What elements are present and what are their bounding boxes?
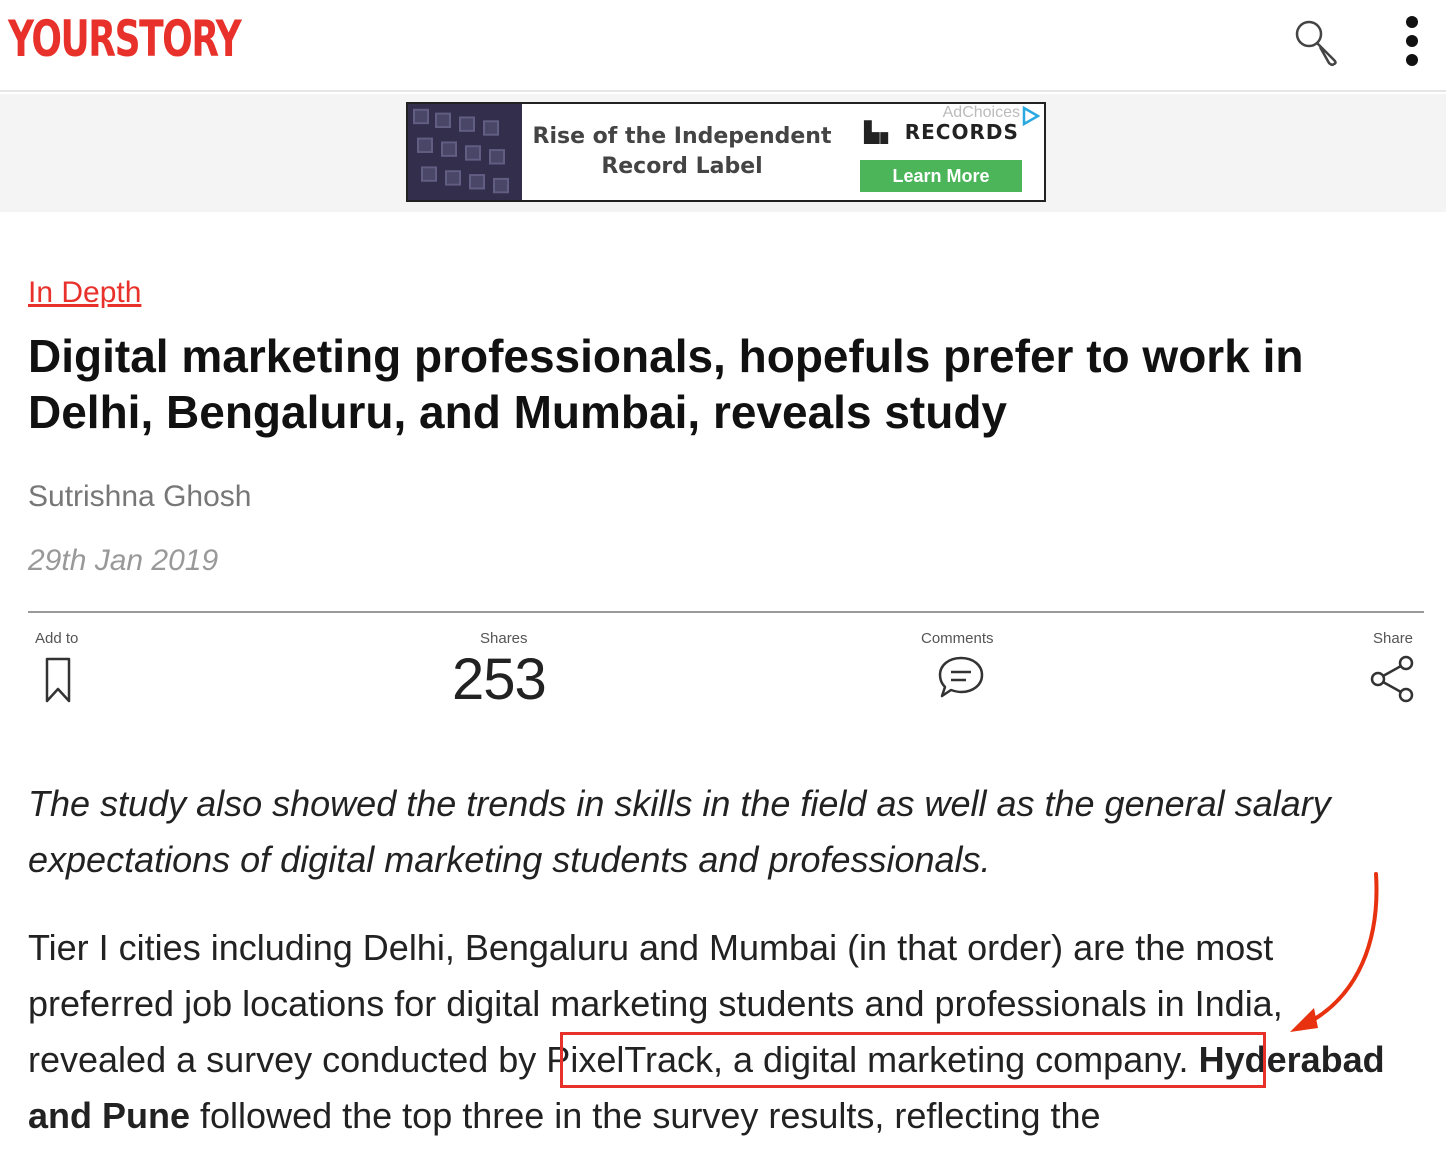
shares-label: Shares	[480, 630, 528, 647]
article-title: Digital marketing professionals, hopeful…	[28, 330, 1304, 438]
article-body-paragraph: Tier I cities including Delhi, Bengaluru…	[28, 920, 1428, 1144]
ad-headline: Rise of the Independent Record Label	[532, 124, 832, 179]
ad-image-mixing-console	[408, 104, 522, 200]
ad-container: Rise of the Independent Record Label ▙▖ …	[0, 94, 1446, 212]
add-to-label: Add to	[35, 630, 79, 647]
publish-date: 29th Jan 2019	[28, 544, 219, 577]
divider	[28, 611, 1424, 613]
ad-choices-icon[interactable]	[1020, 106, 1040, 126]
body-text: Tier I cities including Delhi, Bengaluru…	[28, 927, 1283, 1080]
author-name[interactable]: Sutrishna Ghosh	[28, 480, 251, 514]
article-summary: The study also showed the trends in skil…	[28, 783, 1331, 880]
body-text-continued: followed the top three in the survey res…	[190, 1095, 1101, 1136]
display-ad[interactable]: Rise of the Independent Record Label ▙▖ …	[406, 102, 1046, 202]
top-app-bar: YOURSTORY	[0, 0, 1446, 92]
shares-count: 253	[452, 647, 547, 712]
yourstory-logo[interactable]: YOURSTORY	[8, 14, 242, 64]
more-vert-icon[interactable]	[1395, 14, 1429, 68]
ad-brand-mark-icon: ▙▖	[864, 120, 905, 144]
ad-brand-logo: ▙▖ RECORDS	[864, 120, 1019, 144]
share-label: Share	[1373, 630, 1414, 647]
ad-choices-label[interactable]: AdChoices	[943, 104, 1020, 122]
ad-brand-text: RECORDS	[904, 120, 1019, 144]
search-icon[interactable]	[1290, 16, 1342, 68]
comment-icon[interactable]	[936, 654, 986, 702]
comments-label: Comments	[921, 630, 994, 647]
ad-learn-more-button[interactable]: Learn More	[860, 160, 1022, 192]
share-icon[interactable]	[1368, 654, 1416, 704]
bookmark-icon[interactable]	[42, 656, 74, 704]
category-link[interactable]: In Depth	[28, 276, 141, 310]
